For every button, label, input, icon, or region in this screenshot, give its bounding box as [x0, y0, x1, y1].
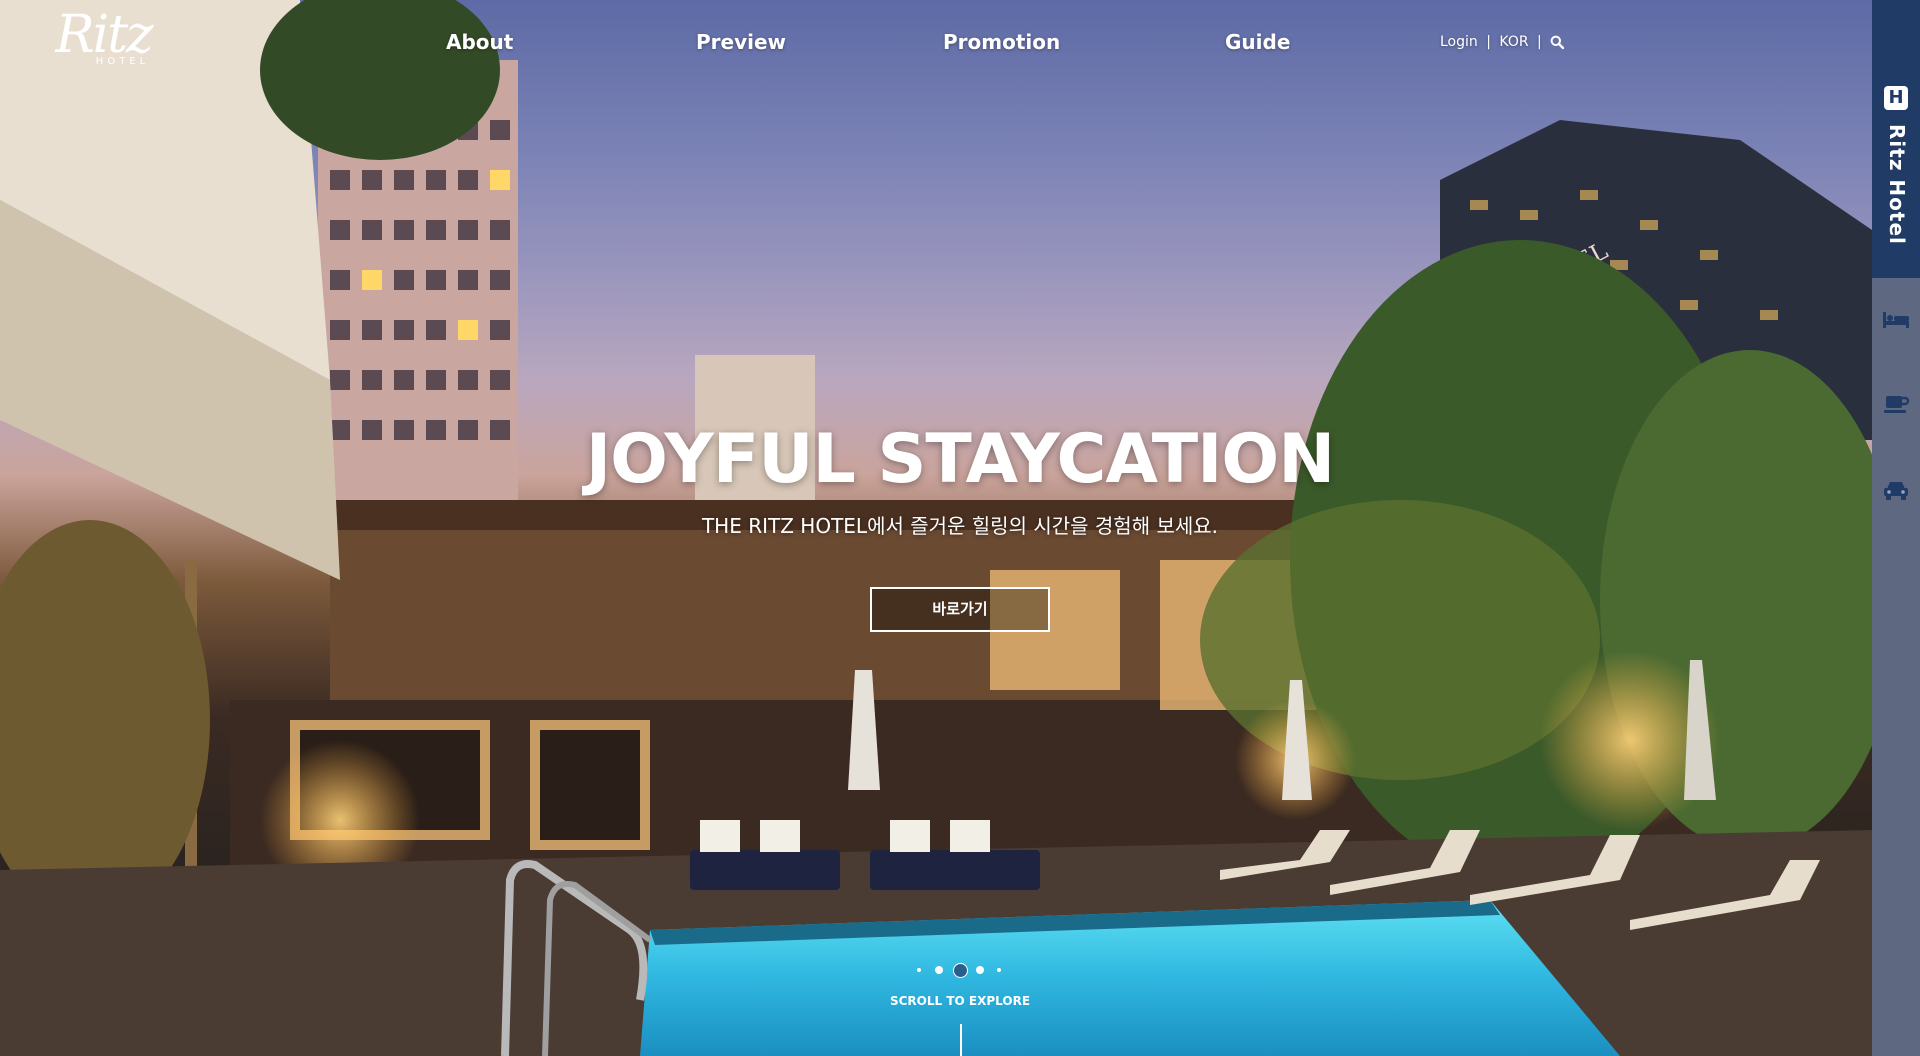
scroll-indicator-line	[960, 1024, 962, 1056]
language-selector[interactable]: KOR	[1499, 34, 1528, 50]
utility-separator: |	[1486, 34, 1491, 50]
scroll-to-explore[interactable]: SCROLL TO EXPLORE	[0, 994, 1872, 1008]
side-panel-title: Ritz Hotel	[1885, 124, 1909, 245]
shortcut-button[interactable]: 바로가기	[870, 587, 1050, 632]
utility-separator: |	[1537, 34, 1542, 50]
slide-dot-active[interactable]	[953, 963, 968, 978]
utility-menu: Login | KOR |	[1440, 34, 1565, 50]
nav-guide[interactable]: Guide	[1225, 30, 1290, 54]
main-nav: About Preview Promotion Guide	[0, 30, 1872, 60]
coffee-cup-icon[interactable]	[1882, 392, 1910, 416]
slide-dot[interactable]	[935, 966, 943, 974]
car-icon[interactable]	[1882, 478, 1910, 502]
nav-about[interactable]: About	[446, 30, 513, 54]
hero-banner: RITZ HOTEL	[0, 0, 1872, 1056]
slide-dot[interactable]	[976, 966, 984, 974]
nav-preview[interactable]: Preview	[696, 30, 786, 54]
search-icon[interactable]	[1550, 35, 1565, 50]
login-link[interactable]: Login	[1440, 34, 1478, 50]
side-panel-header[interactable]: H Ritz Hotel	[1872, 0, 1920, 278]
hero-headline: JOYFUL STAYCATION	[585, 420, 1335, 499]
hero-subline: THE RITZ HOTEL에서 즐거운 힐링의 시간을 경험해 보세요.	[701, 514, 1219, 538]
side-quick-panel: H Ritz Hotel	[1872, 0, 1920, 1056]
slide-pagination	[915, 963, 1005, 978]
hotel-badge-icon: H	[1884, 86, 1908, 110]
hotel-badge-letter: H	[1888, 87, 1904, 108]
bed-icon[interactable]	[1882, 308, 1910, 332]
slide-dot[interactable]	[997, 968, 1001, 972]
nav-promotion[interactable]: Promotion	[943, 30, 1060, 54]
slide-dot[interactable]	[917, 968, 921, 972]
